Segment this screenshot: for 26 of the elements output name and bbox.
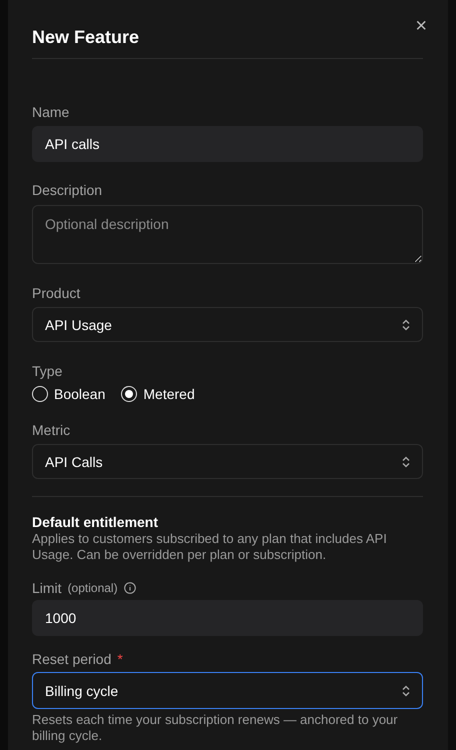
close-button[interactable]: × [411,14,431,38]
name-input[interactable]: API calls [32,126,423,162]
radio-option[interactable]: Boolean [32,385,106,403]
field-label: Description [32,181,104,199]
radio-option[interactable]: Metered [121,385,195,403]
chevron-up-down-icon [402,318,410,330]
required-mark: * [117,651,123,667]
product-select[interactable]: API Usage [32,307,423,342]
field-hint: Resets each time your subscription renews — anchored to your billing cycle. [32,712,399,744]
info-icon [124,582,136,594]
field-label: Product [32,284,82,302]
chevron-up-down-icon [402,456,410,468]
section-title: Default entitlement [32,513,160,531]
field-label: Name [32,103,70,121]
reset-period-select[interactable]: Billing cycle [32,672,423,709]
chevron-up-down-icon [402,684,410,696]
limit-input[interactable]: 1000 [32,600,423,636]
optional-note: (optional) [68,581,118,595]
description-input[interactable]: Optional description [32,205,423,264]
section-description: Applies to customers subscribed to any plan that includes API Usage. Can be overridden per plan or subscription. [32,531,388,563]
metric-select[interactable]: API Calls [32,444,423,479]
field-label: Limit [32,579,62,597]
field-label: Reset period * [32,650,124,668]
field-label: Metric [32,421,72,439]
dialog-title: New Feature [32,26,140,49]
field-label: Type [32,362,64,380]
